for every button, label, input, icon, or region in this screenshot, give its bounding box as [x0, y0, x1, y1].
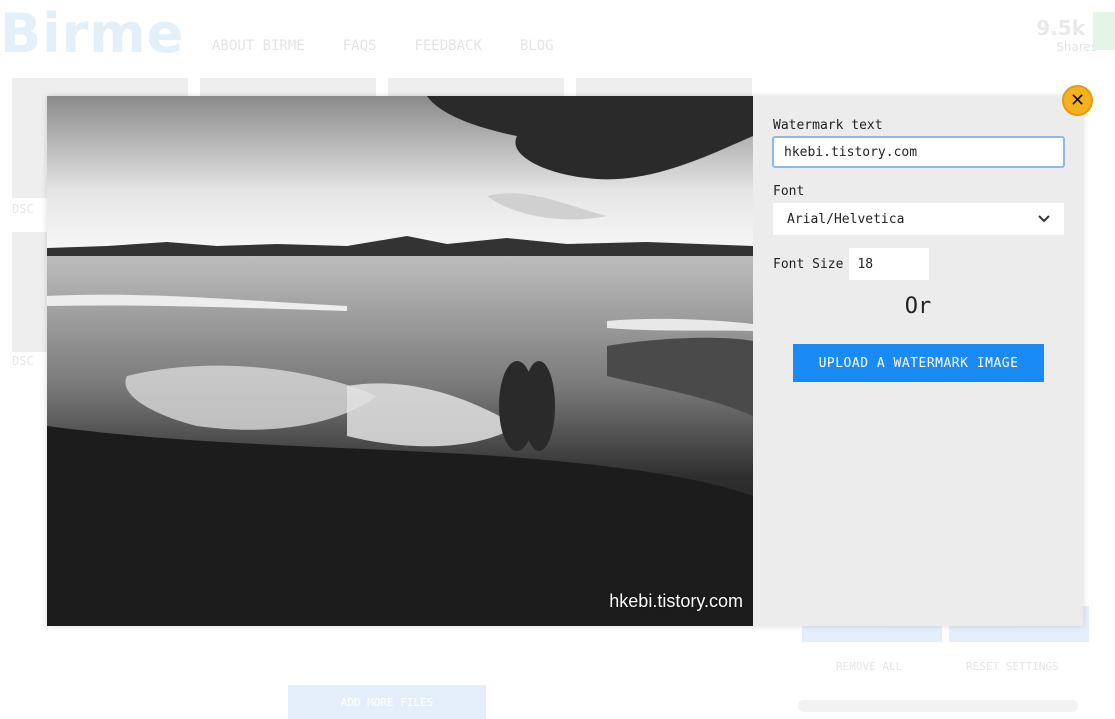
- chevron-down-icon: [1038, 215, 1050, 223]
- upload-watermark-image-button[interactable]: UPLOAD A WATERMARK IMAGE: [793, 344, 1044, 382]
- watermark-text-input[interactable]: [772, 136, 1065, 168]
- font-size-label: Font Size: [773, 256, 844, 272]
- close-icon: ✕: [1069, 89, 1086, 111]
- share-label: Shares: [1056, 40, 1098, 54]
- or-separator: Or: [904, 294, 932, 319]
- share-button[interactable]: [1093, 12, 1115, 50]
- watermark-text-label: Watermark text: [773, 118, 883, 133]
- top-nav: ABOUT BIRME FAQS FEEDBACK BLOG: [212, 38, 554, 54]
- watermark-modal: hkebi.tistory.com Watermark text Font Ar…: [47, 96, 1083, 626]
- preview-photo: hkebi.tistory.com: [47, 96, 753, 626]
- close-modal-button[interactable]: ✕: [1062, 85, 1093, 116]
- logo: Birme: [0, 2, 185, 65]
- font-select[interactable]: Arial/Helvetica: [773, 203, 1064, 235]
- share-counter: 9.5k Shares: [1036, 16, 1097, 54]
- remove-all-link[interactable]: REMOVE ALL: [836, 660, 902, 673]
- add-more-files-button[interactable]: ADD MORE FILES: [288, 685, 486, 719]
- landscape-image: [47, 96, 753, 626]
- share-count: 9.5k: [1036, 16, 1085, 40]
- photo-watermark-text: hkebi.tistory.com: [609, 591, 743, 611]
- font-select-value: Arial/Helvetica: [787, 211, 905, 227]
- reset-settings-link[interactable]: RESET SETTINGS: [966, 660, 1059, 673]
- nav-blog[interactable]: BLOG: [520, 38, 554, 54]
- nav-faqs[interactable]: FAQS: [343, 38, 377, 54]
- font-size-input[interactable]: [849, 248, 930, 280]
- font-size-row: Font Size: [773, 248, 930, 280]
- watermark-settings-panel: Watermark text Font Arial/Helvetica Font…: [753, 96, 1083, 626]
- nav-about[interactable]: ABOUT BIRME: [212, 38, 305, 54]
- thumbnail-label: DSC: [12, 202, 34, 216]
- nav-feedback[interactable]: FEEDBACK: [414, 38, 481, 54]
- font-label: Font: [773, 184, 805, 199]
- thumbnail-label: DSC: [12, 354, 34, 368]
- horizontal-scrollbar[interactable]: [798, 700, 1078, 712]
